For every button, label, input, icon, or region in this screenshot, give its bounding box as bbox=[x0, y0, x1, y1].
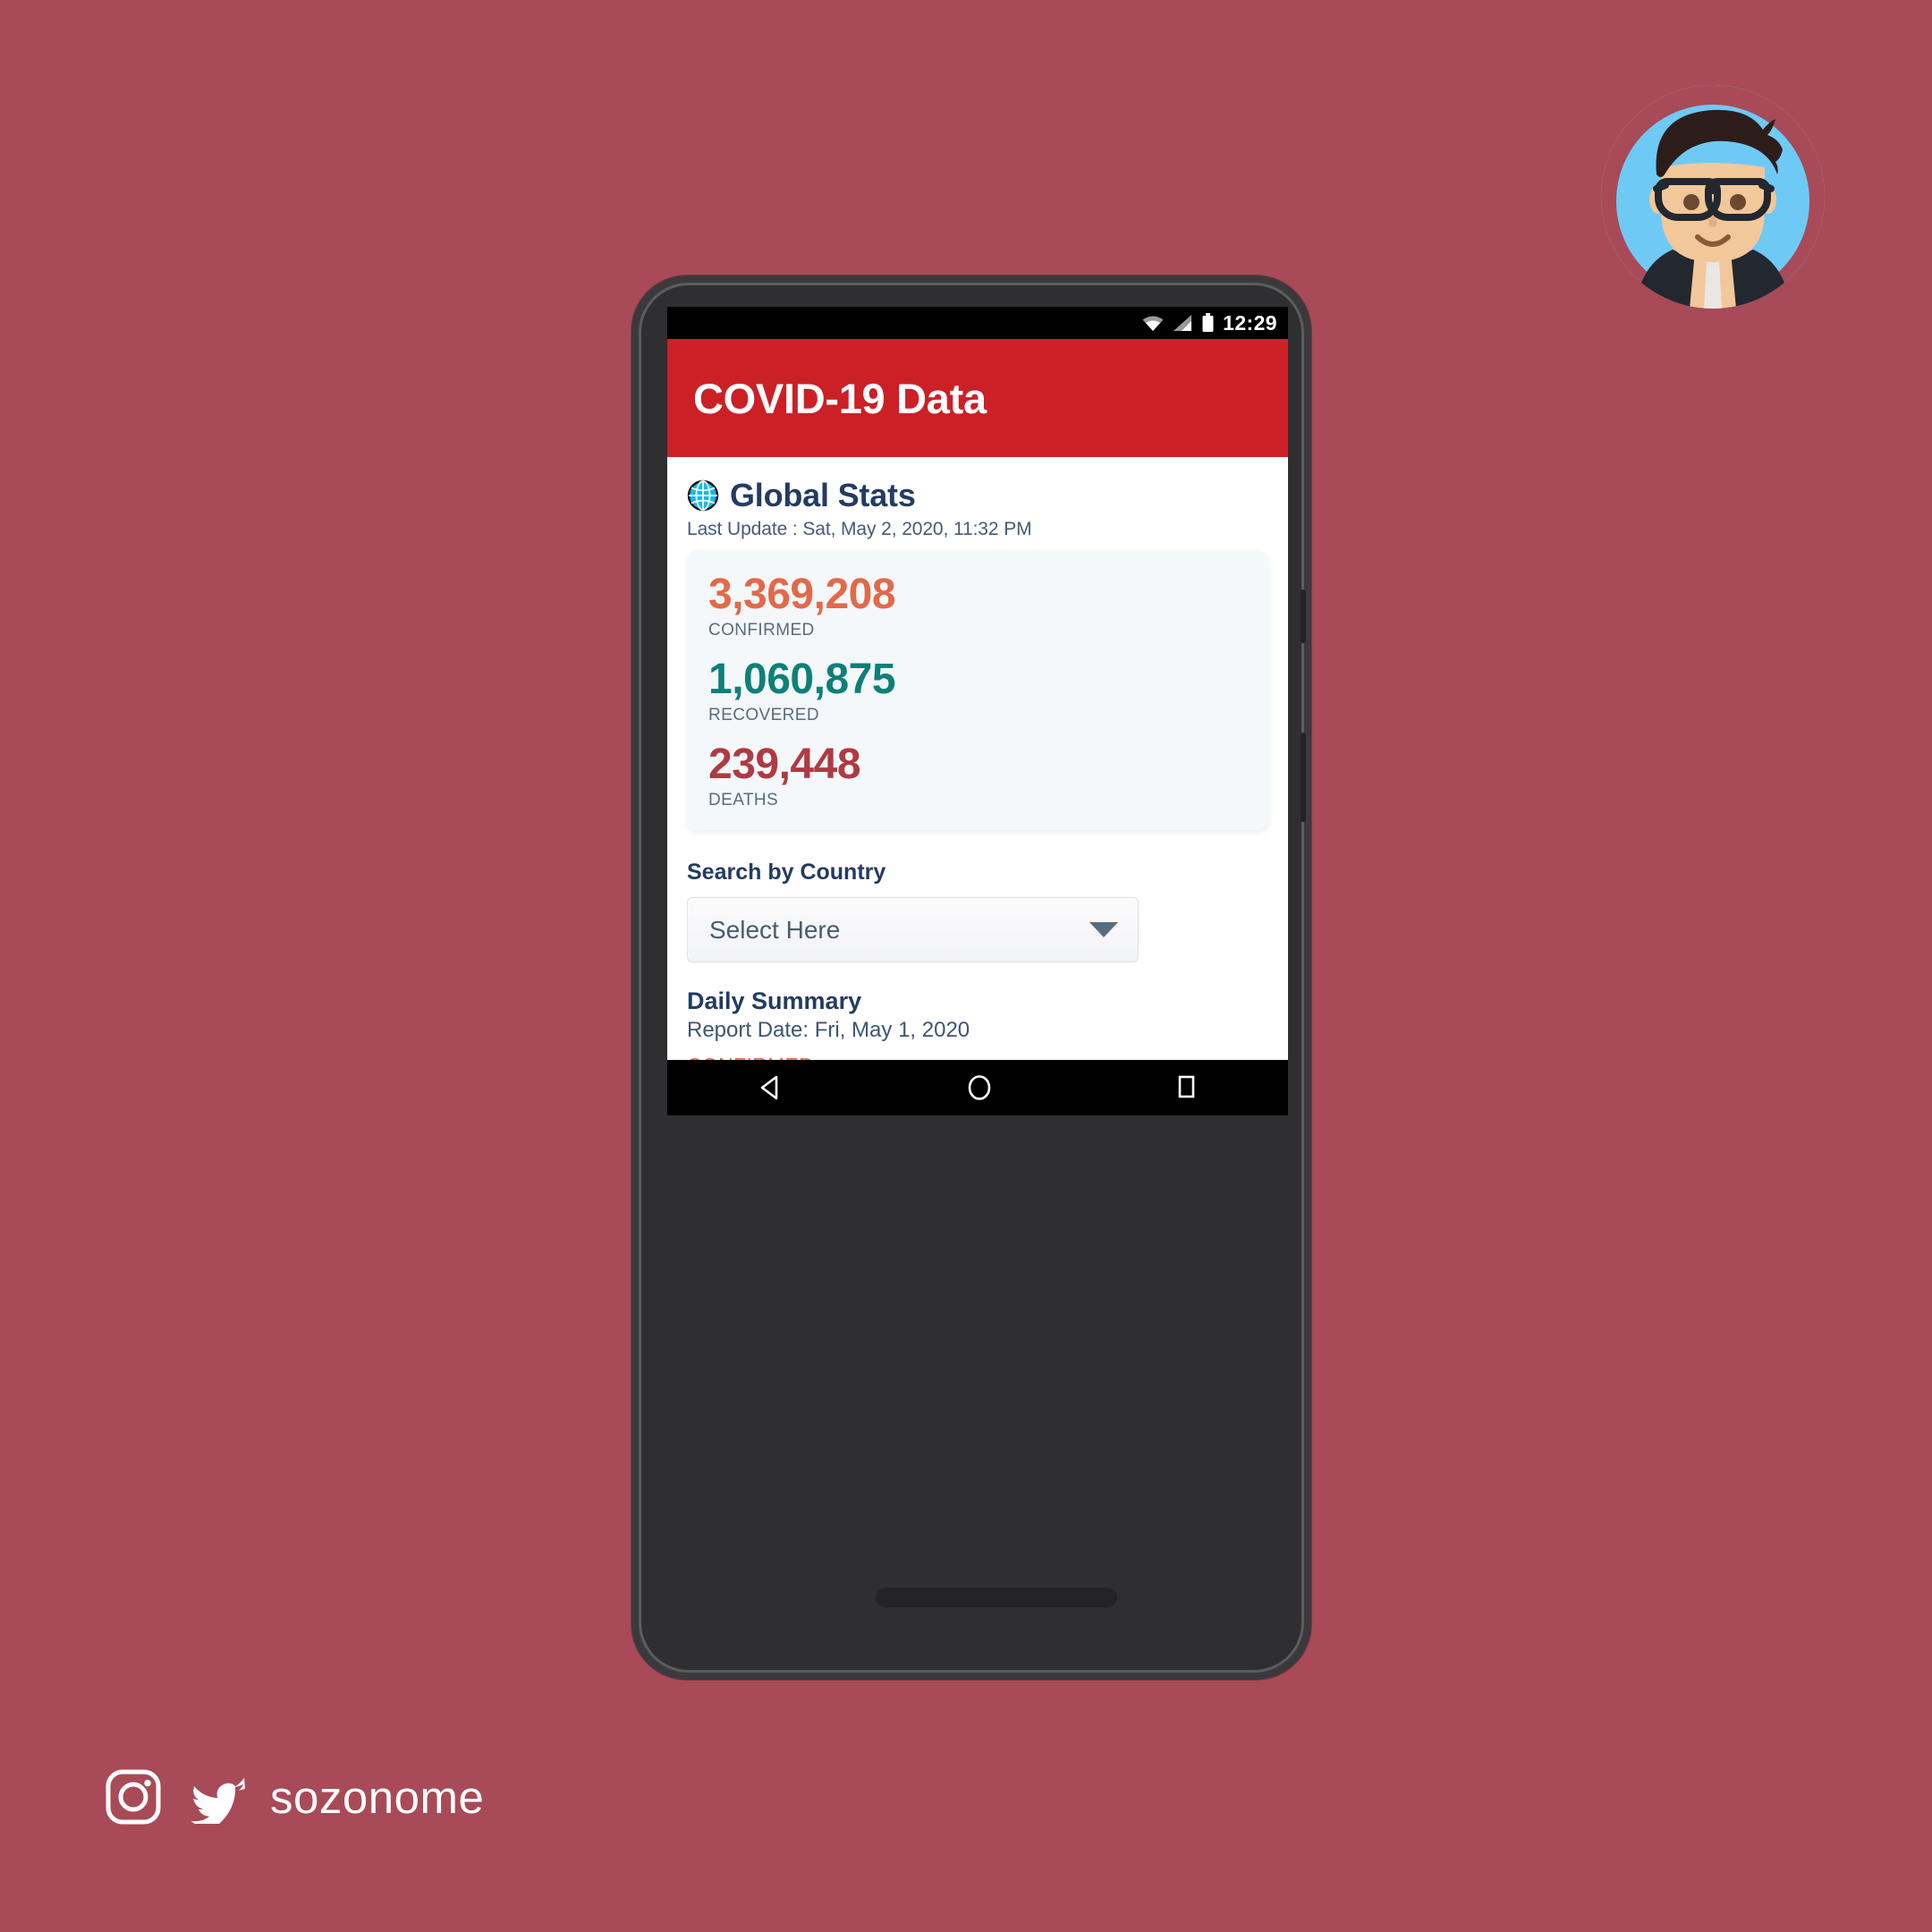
status-clock: 12:29 bbox=[1223, 310, 1277, 335]
social-handle: sozonome bbox=[270, 1771, 485, 1823]
avatar bbox=[1601, 85, 1825, 309]
country-select-value: Select Here bbox=[709, 915, 841, 944]
stat-deaths-value: 239,448 bbox=[708, 741, 861, 788]
chevron-down-icon bbox=[1089, 922, 1118, 937]
stat-deaths: 239,448 DEATHS bbox=[708, 743, 1247, 810]
app-bar: COVID-19 Data bbox=[667, 339, 1288, 457]
stat-confirmed-value: 3,369,208 bbox=[708, 571, 896, 618]
phone-bezel: 12:29 COVID-19 Data Global Stats Last Up… bbox=[639, 283, 1306, 1673]
twitter-icon[interactable] bbox=[181, 1770, 245, 1824]
stat-confirmed: 3,369,208 CONFIRMED bbox=[708, 573, 1247, 640]
stat-recovered-value: 1,060,875 bbox=[708, 656, 896, 703]
phone-bottom-grille bbox=[876, 1588, 1117, 1607]
battery-icon bbox=[1202, 313, 1214, 332]
stat-deaths-label: DEATHS bbox=[708, 791, 779, 809]
status-bar: 12:29 bbox=[667, 307, 1288, 339]
daily-summary-title: Daily Summary bbox=[687, 987, 862, 1014]
country-select[interactable]: Select Here bbox=[687, 897, 1139, 962]
cell-signal-icon bbox=[1174, 315, 1192, 331]
android-nav-bar bbox=[667, 1060, 1288, 1115]
volume-button[interactable] bbox=[1301, 733, 1306, 822]
instagram-icon[interactable] bbox=[106, 1769, 161, 1825]
home-circle-icon[interactable] bbox=[964, 1072, 995, 1103]
globe-icon bbox=[687, 479, 719, 512]
search-by-country-label: Search by Country bbox=[687, 860, 886, 885]
stat-recovered: 1,060,875 RECOVERED bbox=[708, 658, 1247, 725]
phone-device: 12:29 COVID-19 Data Global Stats Last Up… bbox=[631, 275, 1311, 1680]
phone-screen: 12:29 COVID-19 Data Global Stats Last Up… bbox=[667, 307, 1288, 1115]
wifi-icon bbox=[1142, 316, 1164, 331]
power-button[interactable] bbox=[1301, 589, 1306, 643]
app-content: Global Stats Last Update : Sat, May 2, 2… bbox=[667, 457, 1288, 1115]
stat-confirmed-label: CONFIRMED bbox=[708, 621, 815, 640]
last-update-text: Last Update : Sat, May 2, 2020, 11:32 PM bbox=[687, 519, 1032, 539]
global-stats-card: 3,369,208 CONFIRMED 1,060,875 RECOVERED … bbox=[687, 550, 1268, 830]
global-stats-title: Global Stats bbox=[730, 477, 916, 513]
back-triangle-icon[interactable] bbox=[756, 1072, 786, 1103]
report-date-text: Report Date: Fri, May 1, 2020 bbox=[687, 1018, 970, 1042]
recents-square-icon[interactable] bbox=[1173, 1072, 1199, 1103]
stat-recovered-label: RECOVERED bbox=[708, 706, 819, 724]
avatar-illustration bbox=[1601, 85, 1825, 309]
global-stats-header: Global Stats bbox=[687, 457, 1268, 514]
social-footer: sozonome bbox=[106, 1769, 484, 1825]
page-title: COVID-19 Data bbox=[693, 374, 987, 422]
